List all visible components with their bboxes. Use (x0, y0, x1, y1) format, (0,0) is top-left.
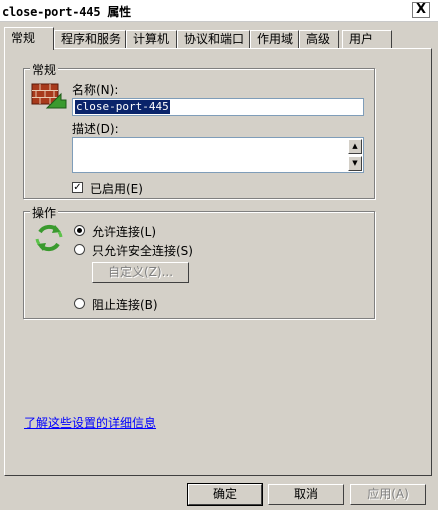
allow-connection-label[interactable]: 允许连接(L) (92, 223, 156, 240)
name-field[interactable]: close-port-445 (72, 98, 364, 116)
refresh-arrows-icon (35, 224, 63, 252)
close-button[interactable]: X (412, 2, 430, 18)
block-connection-radio[interactable] (74, 298, 85, 309)
name-label: 名称(N): (72, 83, 119, 97)
tab-computers[interactable]: 计算机 (126, 30, 177, 48)
enabled-label[interactable]: 已启用(E) (90, 180, 143, 197)
description-field[interactable]: ▲ ▼ (72, 137, 364, 173)
name-field-value: close-port-445 (75, 100, 170, 114)
enabled-checkbox[interactable]: ✓ (72, 182, 83, 193)
block-connection-label[interactable]: 阻止连接(B) (92, 296, 158, 313)
tab-users[interactable]: 用户 (342, 30, 392, 48)
tab-panel-general: 常规 名称(N): close-port-445 描述(D): ▲ ▼ ✓ 已启… (4, 48, 432, 476)
secure-connection-radio[interactable] (74, 244, 85, 255)
ok-button[interactable]: 确定 (187, 483, 263, 506)
allow-connection-radio[interactable] (74, 225, 85, 236)
apply-button[interactable]: 应用(A) (350, 484, 426, 505)
tab-advanced[interactable]: 高级 (299, 30, 339, 48)
firewall-brick-icon (31, 83, 67, 109)
action-group-label: 操作 (30, 204, 59, 221)
tab-scope[interactable]: 作用域 (250, 30, 299, 48)
tab-strip: 常规 程序和服务 计算机 协议和端口 作用域 高级 用户 (2, 27, 436, 50)
scroll-up-button[interactable]: ▲ (348, 139, 362, 154)
title-bar: close-port-445 属性 X (0, 0, 438, 22)
tab-programs-services[interactable]: 程序和服务 (54, 30, 126, 48)
learn-more-link[interactable]: 了解这些设置的详细信息 (24, 414, 156, 431)
tab-protocols-ports[interactable]: 协议和端口 (177, 30, 250, 48)
customize-button[interactable]: 自定义(Z)... (92, 262, 189, 283)
action-group: 操作 允许连接(L) 只允许安全连接(S) 自定义(Z)... 阻止连接(B) (23, 204, 375, 319)
general-group-label: 常规 (30, 61, 59, 78)
description-label: 描述(D): (72, 122, 119, 136)
cancel-button[interactable]: 取消 (268, 484, 344, 505)
window-title: close-port-445 属性 (2, 5, 131, 19)
tab-general[interactable]: 常规 (4, 27, 54, 50)
general-group: 常规 名称(N): close-port-445 描述(D): ▲ ▼ ✓ 已启… (23, 61, 375, 199)
scroll-down-button[interactable]: ▼ (348, 156, 362, 171)
secure-connection-label[interactable]: 只允许安全连接(S) (92, 242, 193, 259)
